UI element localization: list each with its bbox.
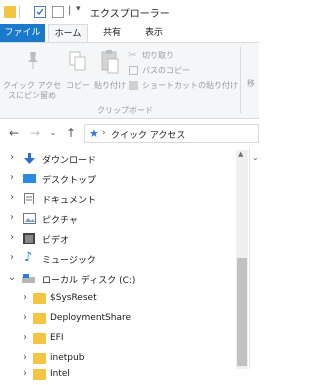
paste-shortcut-button[interactable]: ショートカットの貼り付け	[128, 79, 238, 93]
tab-share[interactable]: 共有	[94, 24, 130, 42]
ribbon-separator	[240, 47, 241, 113]
copy-icon	[69, 51, 86, 71]
tree-item-sysreset[interactable]: › $SysReset	[0, 289, 240, 309]
divider	[19, 6, 20, 18]
pin-label-line1: クイック アクセ	[2, 81, 62, 90]
folder-icon	[33, 293, 46, 304]
tree-item-label: DeploymentShare	[50, 313, 132, 323]
paste-icon	[101, 50, 119, 74]
title-bar: | ▾ エクスプローラー	[0, 0, 259, 24]
pin-icon	[28, 52, 38, 69]
tree-item-efi[interactable]: › EFI	[0, 329, 240, 349]
tree-item-label: ダウンロード	[42, 156, 97, 166]
back-arrow-icon[interactable]: ←	[7, 126, 21, 140]
tree-item-pictures[interactable]: › ピクチャ	[0, 209, 240, 229]
pin-label-line2: スにピン留め	[8, 91, 56, 100]
navigation-bar: ← → ⌄ ↑ ★ › クイック アクセス	[0, 121, 259, 147]
expand-chevron-icon[interactable]: ›	[20, 352, 30, 363]
tree-item-label: EFI	[50, 333, 64, 343]
chevron-down-icon[interactable]: ▾	[76, 4, 81, 14]
address-bar[interactable]: ★ › クイック アクセス	[84, 124, 259, 143]
tree-item-documents[interactable]: › ドキュメント	[0, 189, 240, 209]
folder-icon	[33, 369, 46, 380]
expand-chevron-icon[interactable]: ›	[20, 312, 30, 323]
expand-chevron-icon[interactable]: ›	[20, 368, 30, 379]
paste-label: 貼り付け	[94, 81, 126, 90]
paste-shortcut-label: ショートカットの貼り付け	[142, 81, 238, 90]
tree-item-label: デスクトップ	[42, 176, 97, 186]
move-to-label[interactable]: 移	[247, 79, 255, 89]
tab-file[interactable]: ファイル	[0, 24, 45, 42]
expand-chevron-icon[interactable]: ›	[7, 252, 17, 263]
tree-item-local-disk[interactable]: ⌄ ローカル ディスク (C:)	[0, 269, 240, 289]
breadcrumb-separator-icon: ›	[102, 128, 106, 138]
folder-icon	[4, 6, 16, 18]
clipboard-group-label: クリップボード	[97, 106, 153, 115]
new-folder-icon[interactable]	[52, 6, 64, 18]
document-icon	[24, 193, 34, 204]
music-icon: ♪	[24, 250, 33, 265]
scrollbar-thumb[interactable]	[237, 258, 247, 366]
tab-view[interactable]: 表示	[136, 24, 172, 42]
expand-chevron-icon[interactable]: ›	[7, 152, 17, 163]
paste-button[interactable]: 貼り付け	[94, 47, 126, 103]
tree-item-desktop[interactable]: › デスクトップ	[0, 169, 240, 189]
recent-locations-chevron-icon[interactable]: ⌄	[46, 126, 60, 140]
tree-item-label: ミュージック	[42, 256, 96, 266]
collapse-chevron-icon[interactable]: ⌄	[7, 272, 17, 283]
tree-item-label: Intel	[50, 369, 70, 379]
address-path: クイック アクセス	[111, 131, 186, 141]
cut-label: 切り取り	[142, 51, 174, 60]
expand-chevron-icon[interactable]: ›	[7, 172, 17, 183]
tab-home[interactable]: ホーム	[48, 24, 88, 42]
forward-arrow-icon[interactable]: →	[28, 126, 42, 140]
cut-button[interactable]: ✂ 切り取り	[128, 49, 230, 63]
tree-item-label: inetpub	[50, 353, 85, 363]
ribbon-tabs: ファイル ホーム 共有 表示	[0, 24, 259, 42]
properties-icon[interactable]	[34, 6, 46, 18]
copy-path-button[interactable]: パスのコピー	[128, 64, 230, 78]
tree-item-deploymentshare[interactable]: › DeploymentShare	[0, 309, 240, 329]
expand-chevron-icon[interactable]: ›	[20, 332, 30, 343]
paste-shortcut-icon	[129, 81, 138, 90]
picture-icon	[23, 213, 36, 224]
folder-icon	[33, 333, 46, 344]
copy-label: コピー	[66, 81, 90, 90]
folder-icon	[33, 353, 46, 364]
scissors-icon: ✂	[128, 50, 137, 61]
tree-item-label: ビデオ	[42, 236, 70, 246]
window-title: エクスプローラー	[90, 9, 170, 20]
folder-icon	[33, 313, 46, 324]
up-arrow-icon[interactable]: ↑	[64, 126, 78, 140]
video-icon	[23, 233, 35, 244]
quick-access-star-icon: ★	[89, 127, 99, 140]
tree-item-intel[interactable]: › Intel	[0, 365, 240, 385]
pin-quick-access-button[interactable]: クイック アクセ スにピン留め	[2, 47, 62, 103]
tree-item-label: ドキュメント	[42, 196, 97, 206]
copy-button[interactable]: コピー	[64, 47, 92, 103]
copy-path-icon	[129, 66, 138, 75]
copy-path-label: パスのコピー	[142, 66, 190, 75]
navigation-pane: › ダウンロード › デスクトップ › ドキュメント › ピクチャ › ビデオ …	[0, 147, 236, 380]
expand-chevron-icon[interactable]: ›	[7, 232, 17, 243]
desktop-icon	[23, 174, 36, 183]
expand-chevron-icon[interactable]: ›	[20, 292, 30, 303]
scroll-up-icon[interactable]: ▲	[238, 150, 243, 158]
tree-item-label: ローカル ディスク (C:)	[42, 276, 136, 286]
expand-chevron-icon[interactable]: ›	[7, 192, 17, 203]
tree-item-label: ピクチャ	[42, 216, 78, 226]
pane-divider	[249, 147, 250, 369]
tree-item-label: $SysReset	[50, 293, 97, 303]
content-pane-chevron-icon: ⌄	[252, 153, 259, 162]
tree-item-videos[interactable]: › ビデオ	[0, 229, 240, 249]
customize-qat-icon[interactable]: |	[68, 5, 71, 16]
ribbon-home: クイック アクセ スにピン留め コピー 貼り付け ✂ 切り取り パスのコピー シ…	[0, 42, 259, 119]
drive-icon	[22, 274, 35, 283]
expand-chevron-icon[interactable]: ›	[7, 212, 17, 223]
tree-item-downloads[interactable]: › ダウンロード	[0, 149, 240, 169]
download-icon	[24, 153, 35, 164]
tree-item-music[interactable]: › ♪ ミュージック	[0, 249, 240, 269]
